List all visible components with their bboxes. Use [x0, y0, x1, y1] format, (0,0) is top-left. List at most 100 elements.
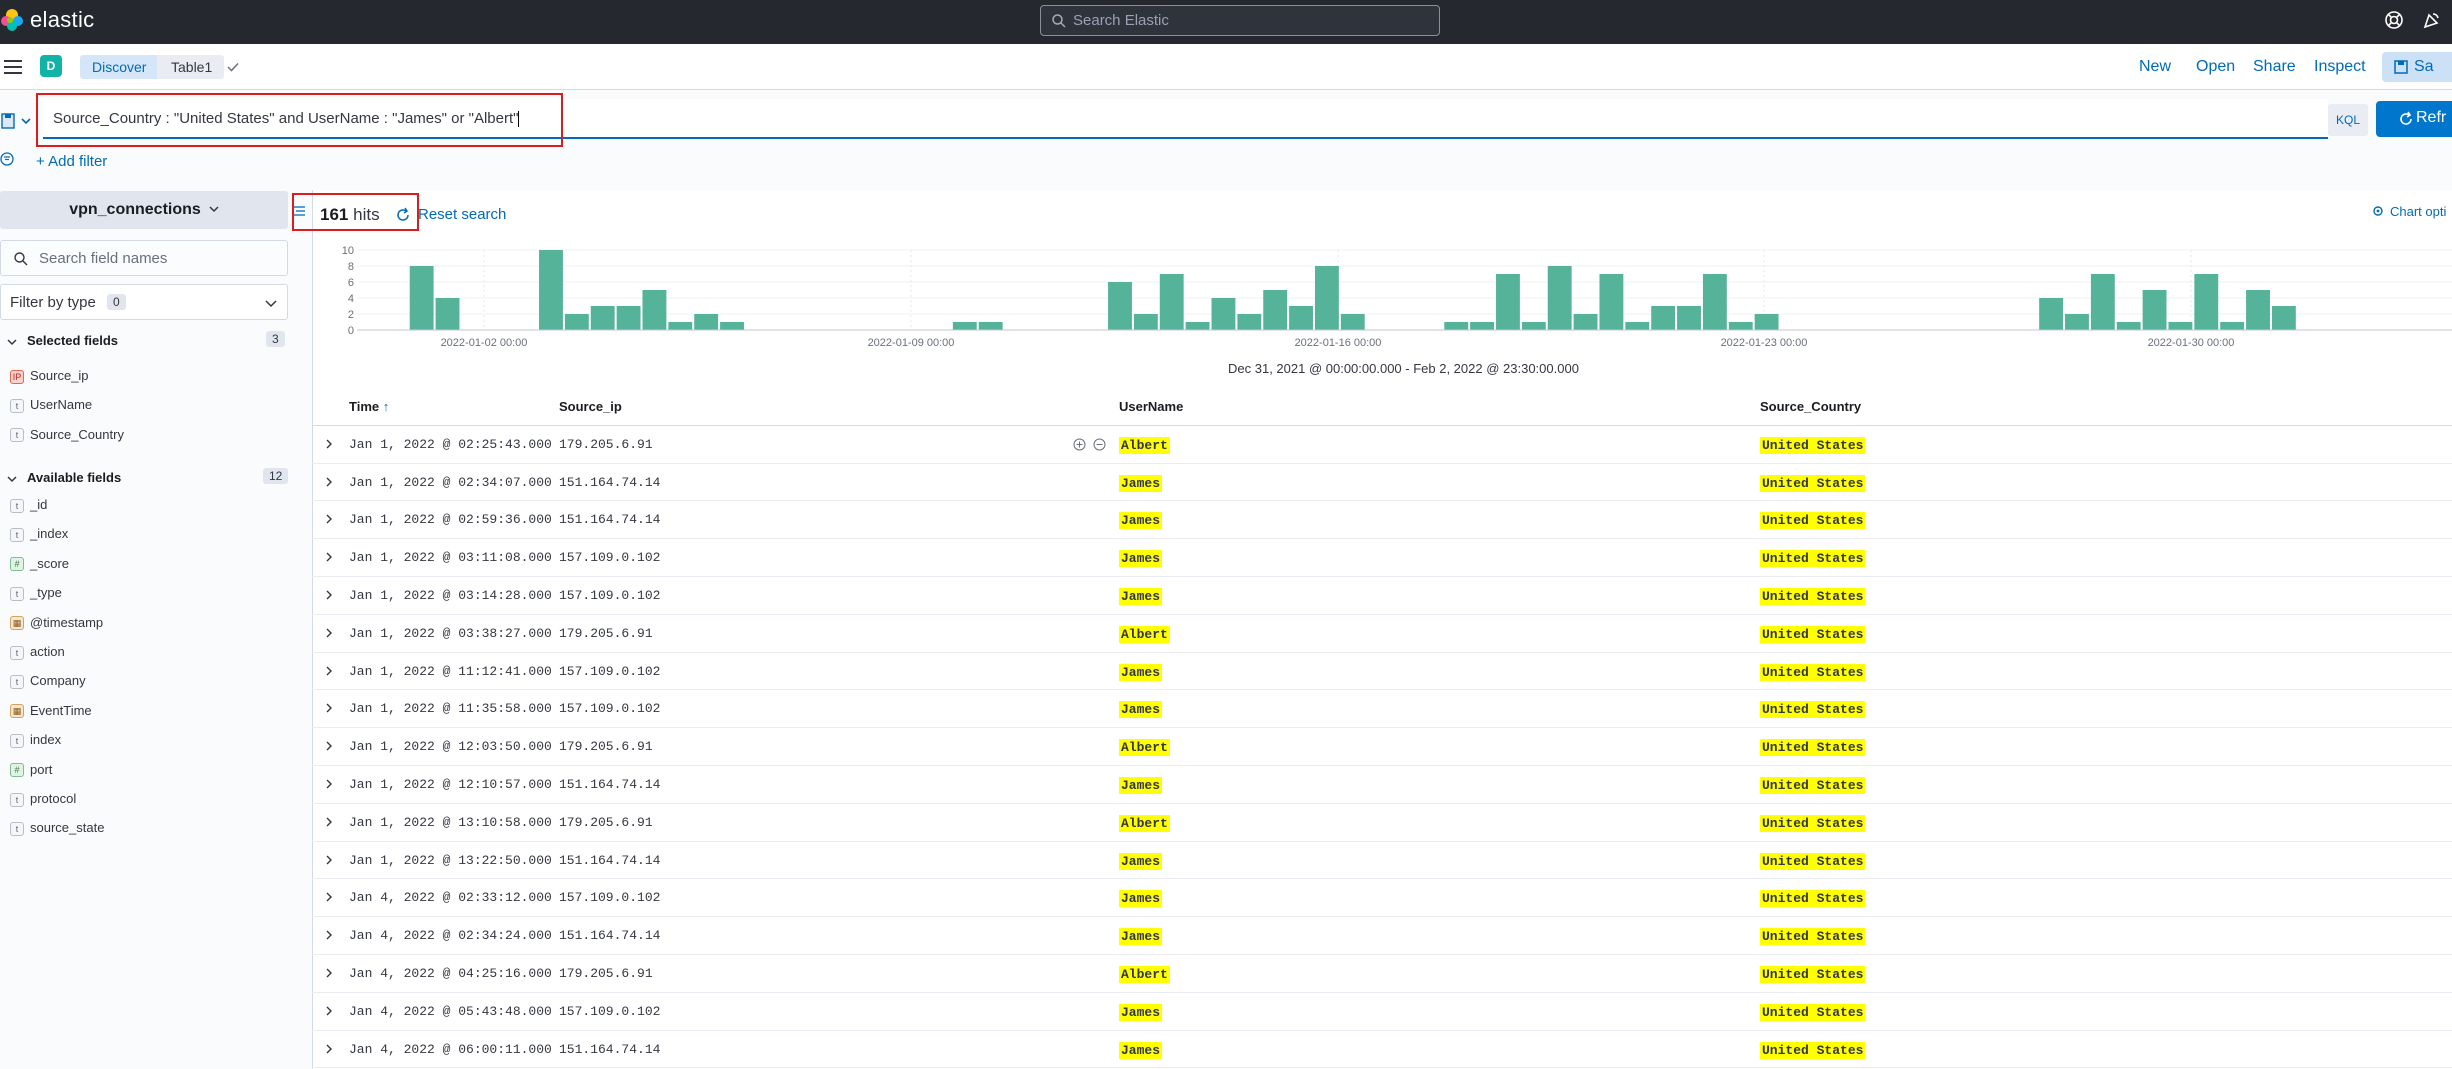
saved-query-icon[interactable] [0, 108, 36, 134]
chevron-right-icon[interactable] [324, 552, 334, 562]
column-header-source-ip[interactable]: Source_ip [559, 399, 622, 414]
table-row[interactable]: Jan 4, 2022 @ 04:25:16.000 179.205.6.91 Al… [312, 955, 2452, 993]
histogram-bar[interactable] [1263, 290, 1288, 330]
save-button[interactable]: Sa [2382, 52, 2452, 82]
filter-out-value-icon[interactable] [1093, 438, 1106, 451]
chevron-right-icon[interactable] [324, 817, 334, 827]
add-filter-button[interactable]: + Add filter [36, 153, 107, 170]
histogram-bar[interactable] [2220, 322, 2245, 330]
table-row[interactable]: Jan 1, 2022 @ 11:12:41.000 157.109.0.102 J… [312, 653, 2452, 691]
chevron-right-icon[interactable] [324, 968, 334, 978]
histogram-bar[interactable] [1677, 306, 1701, 330]
chevron-right-icon[interactable] [324, 741, 334, 751]
field-item[interactable]: t Company [10, 673, 86, 693]
chevron-right-icon[interactable] [324, 779, 334, 789]
table-row[interactable]: Jan 4, 2022 @ 02:34:24.000 151.164.74.14 J… [312, 917, 2452, 955]
field-item[interactable]: t Source_Country [10, 427, 124, 447]
chevron-right-icon[interactable] [324, 1044, 334, 1054]
refresh-button[interactable]: Refr [2376, 101, 2452, 137]
field-item[interactable]: # _score [10, 556, 69, 576]
chevron-right-icon[interactable] [324, 666, 334, 676]
histogram-bar[interactable] [1185, 322, 1210, 330]
newsfeed-icon[interactable] [2422, 10, 2442, 30]
histogram-bar[interactable] [1702, 274, 1727, 330]
histogram-bar[interactable] [1754, 314, 1779, 330]
histogram-bar[interactable] [952, 322, 977, 330]
column-header-time[interactable]: Time ↑ [349, 399, 389, 414]
chevron-right-icon[interactable] [324, 930, 334, 940]
chevron-right-icon[interactable] [324, 628, 334, 638]
chevron-right-icon[interactable] [324, 477, 334, 487]
chevron-right-icon[interactable] [324, 590, 334, 600]
histogram-bar[interactable] [1625, 322, 1650, 330]
histogram-bar[interactable] [1728, 322, 1753, 330]
breadcrumb-discover[interactable]: Discover [80, 55, 169, 79]
field-item[interactable]: ▦ @timestamp [10, 615, 103, 635]
field-item[interactable]: t _index [10, 526, 68, 546]
chevron-right-icon[interactable] [324, 514, 334, 524]
histogram-bar[interactable] [564, 314, 589, 330]
histogram-bar[interactable] [2246, 290, 2270, 330]
table-row[interactable]: Jan 1, 2022 @ 12:03:50.000 179.205.6.91 Al… [312, 728, 2452, 766]
histogram-bar[interactable] [539, 250, 563, 330]
field-item[interactable]: # port [10, 762, 52, 782]
chevron-right-icon[interactable] [324, 855, 334, 865]
histogram-bar[interactable] [2168, 322, 2193, 330]
field-item[interactable]: t _id [10, 497, 47, 517]
table-row[interactable]: Jan 1, 2022 @ 02:25:43.000 179.205.6.91 Al… [312, 426, 2452, 464]
filter-by-type-button[interactable]: Filter by type 0 [0, 284, 288, 320]
histogram-bar[interactable] [1211, 298, 1236, 330]
chevron-right-icon[interactable] [324, 892, 334, 902]
table-row[interactable]: Jan 1, 2022 @ 03:38:27.000 179.205.6.91 Al… [312, 615, 2452, 653]
field-item[interactable]: ▦ EventTime [10, 703, 92, 723]
selected-fields-header[interactable] [7, 334, 17, 352]
breadcrumb-table1[interactable]: Table1 [157, 55, 225, 79]
histogram-bar[interactable] [668, 322, 693, 330]
table-row[interactable]: Jan 4, 2022 @ 05:43:48.000 157.109.0.102 J… [312, 993, 2452, 1031]
histogram-bar[interactable] [2271, 306, 2296, 330]
chart-options-button[interactable]: Chart opti [2372, 204, 2446, 219]
table-row[interactable]: Jan 1, 2022 @ 11:35:58.000 157.109.0.102 J… [312, 690, 2452, 729]
histogram-bar[interactable] [1521, 322, 1546, 330]
help-icon[interactable] [2384, 10, 2404, 30]
global-search-input[interactable]: Search Elastic [1040, 5, 1440, 36]
column-header-source-country[interactable]: Source_Country [1760, 399, 1861, 414]
field-search-input[interactable]: Search field names [0, 240, 288, 276]
index-pattern-selector[interactable]: vpn_connections [0, 191, 288, 229]
elastic-logo-icon[interactable] [0, 8, 24, 32]
field-item[interactable]: t UserName [10, 397, 92, 417]
histogram-bar[interactable] [1573, 314, 1598, 330]
table-row[interactable]: Jan 1, 2022 @ 02:34:07.000 151.164.74.14 J… [312, 464, 2452, 502]
histogram-bar[interactable] [1159, 274, 1184, 330]
field-item[interactable]: t index [10, 732, 61, 752]
table-row[interactable]: Jan 1, 2022 @ 03:11:08.000 157.109.0.102 J… [312, 539, 2452, 577]
histogram-bar[interactable] [1444, 322, 1469, 330]
chevron-right-icon[interactable] [324, 439, 334, 449]
inspect-link[interactable]: Inspect [2314, 58, 2366, 76]
table-row[interactable]: Jan 1, 2022 @ 03:14:28.000 157.109.0.102 J… [312, 577, 2452, 615]
open-link[interactable]: Open [2196, 58, 2235, 76]
field-item[interactable]: IP Source_ip [10, 368, 89, 388]
refresh-icon[interactable] [395, 207, 411, 223]
histogram-bar[interactable] [1470, 322, 1495, 330]
column-header-username[interactable]: UserName [1119, 399, 1183, 414]
chevron-right-icon[interactable] [324, 703, 334, 713]
available-fields-header[interactable] [7, 471, 17, 489]
histogram-bar[interactable] [435, 298, 460, 330]
histogram-bar[interactable] [616, 306, 641, 330]
histogram-bar[interactable] [2039, 298, 2064, 330]
field-item[interactable]: t source_state [10, 820, 104, 840]
histogram-bar[interactable] [1108, 282, 1132, 330]
chevron-right-icon[interactable] [324, 1006, 334, 1016]
field-item[interactable]: t action [10, 644, 65, 664]
histogram-bar[interactable] [2090, 274, 2115, 330]
histogram-bar[interactable] [2116, 322, 2141, 330]
histogram-bar[interactable] [2065, 314, 2089, 330]
menu-icon[interactable] [4, 59, 22, 75]
reset-search-button[interactable]: Reset search [418, 206, 506, 223]
histogram-bar[interactable] [1547, 266, 1572, 330]
histogram-bar[interactable] [1496, 274, 1520, 330]
histogram-bar[interactable] [720, 322, 744, 330]
histogram-bar[interactable] [978, 322, 1003, 330]
field-item[interactable]: t protocol [10, 791, 76, 811]
